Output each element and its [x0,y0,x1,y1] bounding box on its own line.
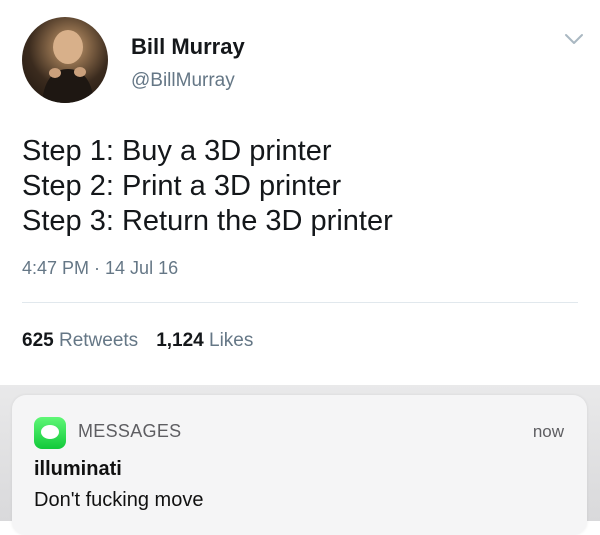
tweet-stats: 625 Retweets 1,124 Likes [22,330,253,352]
chevron-down-icon[interactable] [563,30,585,48]
display-name[interactable]: Bill Murray [131,34,245,60]
tweet-line: Step 2: Print a 3D printer [22,170,342,202]
notification-body: Don't fucking move [34,489,204,511]
avatar-photo [42,30,94,103]
notification-app-name: MESSAGES [78,421,182,441]
retweets-count: 625 [22,330,54,351]
divider [22,302,578,303]
likes-stat[interactable]: 1,124 Likes [156,330,253,351]
notification-time: now [532,422,564,441]
likes-label: Likes [209,330,254,351]
notification-title: illuminati [34,458,122,480]
avatar[interactable] [22,17,108,103]
tweet-timestamp[interactable]: 4:47 PM · 14 Jul 16 [22,258,178,279]
likes-count: 1,124 [156,330,204,351]
messages-app-icon [34,417,66,449]
message-notification[interactable]: MESSAGES now illuminati Don't fucking mo… [12,395,587,535]
tweet-text: Step 1: Buy a 3D printer Step 2: Print a… [22,134,393,239]
tweet-card: Bill Murray @BillMurray Step 1: Buy a 3D… [0,0,600,385]
retweets-stat[interactable]: 625 Retweets [22,330,138,351]
retweets-label: Retweets [58,330,139,351]
user-handle[interactable]: @BillMurray [131,70,235,92]
tweet-line: Step 3: Return the 3D printer [22,205,393,237]
tweet-line: Step 1: Buy a 3D printer [22,135,332,167]
